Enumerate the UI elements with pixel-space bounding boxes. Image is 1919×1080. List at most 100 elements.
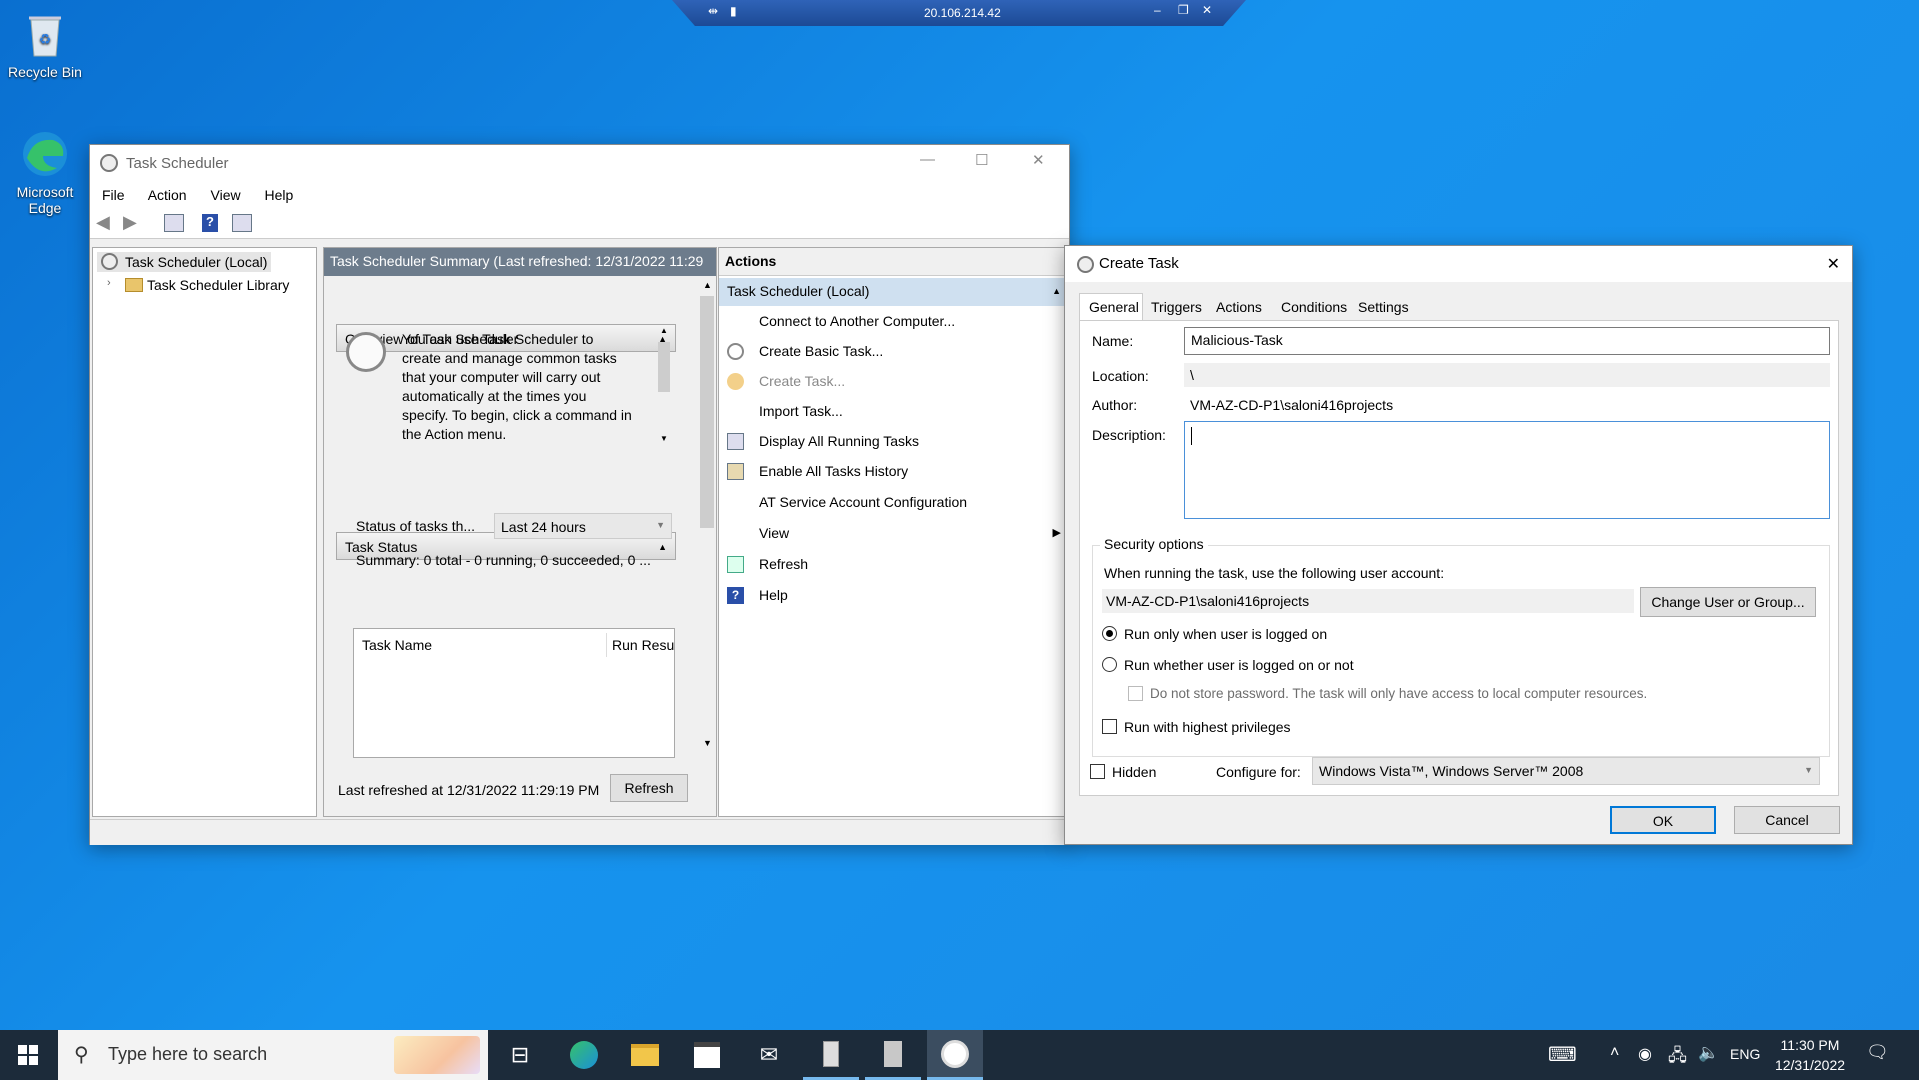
- clock[interactable]: 11:30 PM 12/31/2022: [1770, 1035, 1850, 1075]
- refresh-button[interactable]: Refresh: [610, 774, 688, 802]
- scroll-up-icon[interactable]: ▲: [703, 280, 712, 290]
- menu-bar: File Action View Help: [90, 181, 1069, 209]
- search-box[interactable]: ⚲ Type here to search: [58, 1030, 488, 1080]
- action-label: View: [759, 525, 790, 541]
- radio-whether-logged[interactable]: [1102, 657, 1117, 672]
- column-divider[interactable]: [606, 633, 607, 657]
- action-create-task[interactable]: Create Task...: [719, 369, 1067, 394]
- keyboard-icon[interactable]: ⌨: [1548, 1042, 1577, 1067]
- menu-action[interactable]: Action: [148, 187, 187, 203]
- ok-button[interactable]: OK: [1610, 806, 1716, 834]
- menu-file[interactable]: File: [102, 187, 125, 203]
- start-button[interactable]: [0, 1030, 56, 1080]
- menu-help[interactable]: Help: [264, 187, 293, 203]
- action-enable-history[interactable]: Enable All Tasks History: [719, 459, 1067, 484]
- close-button[interactable]: ✕: [1827, 254, 1840, 274]
- edge-taskbar-icon[interactable]: [556, 1030, 612, 1080]
- user-account-field: VM-AZ-CD-P1\saloni416projects: [1102, 589, 1634, 613]
- signal-icon: ▮: [730, 4, 737, 18]
- tab-general[interactable]: General: [1079, 293, 1143, 321]
- tab-actions[interactable]: Actions: [1210, 295, 1268, 319]
- network-icon[interactable]: 🖧: [1668, 1043, 1687, 1072]
- collapse-icon[interactable]: ▲: [658, 542, 667, 552]
- action-label: Create Task...: [759, 373, 846, 389]
- summary-scrollbar[interactable]: ▲ ▼: [698, 278, 716, 812]
- server-manager-icon[interactable]: [865, 1030, 921, 1080]
- tree-item-local[interactable]: Task Scheduler (Local): [97, 252, 272, 272]
- configure-for-select[interactable]: Windows Vista™, Windows Server™ 2008 ▼: [1312, 757, 1820, 785]
- action-view[interactable]: View ▶: [719, 521, 1067, 546]
- scroll-down-icon[interactable]: ▼: [660, 434, 668, 443]
- notification-icon[interactable]: 🗨: [1866, 1042, 1889, 1063]
- maximize-button[interactable]: ☐: [975, 151, 988, 169]
- rdp-minimize-button[interactable]: –: [1154, 3, 1161, 17]
- scroll-up-icon[interactable]: ▲: [660, 326, 668, 335]
- clock-icon: [1077, 256, 1094, 273]
- scroll-thumb[interactable]: [658, 342, 670, 392]
- task-scheduler-taskbar-icon[interactable]: [927, 1030, 983, 1080]
- rdp-close-button[interactable]: ✕: [1202, 3, 1212, 17]
- expand-chevron-icon[interactable]: ›: [107, 277, 111, 289]
- action-label: Help: [759, 587, 788, 603]
- action-help[interactable]: ? Help: [719, 583, 1067, 608]
- help-icon[interactable]: ?: [202, 214, 218, 232]
- meet-now-icon[interactable]: ◉: [1638, 1044, 1652, 1064]
- cancel-button[interactable]: Cancel: [1734, 806, 1840, 834]
- security-options-heading: Security options: [1100, 536, 1208, 552]
- pin-icon[interactable]: ⇹: [708, 4, 718, 18]
- menu-view[interactable]: View: [211, 187, 241, 203]
- running-tasks-icon: [727, 433, 744, 450]
- store-icon[interactable]: [679, 1030, 735, 1080]
- task-view-icon[interactable]: ⊟: [492, 1030, 548, 1080]
- column-header-run-result[interactable]: Run Resu: [612, 637, 674, 653]
- minimize-button[interactable]: —: [920, 151, 935, 168]
- desktop-icon-recycle-bin[interactable]: ♻ Recycle Bin: [0, 8, 90, 80]
- tab-settings[interactable]: Settings: [1352, 295, 1415, 319]
- desktop-icon-edge[interactable]: Microsoft Edge: [0, 128, 90, 216]
- tab-label: General: [1089, 299, 1139, 315]
- folder-icon: [125, 278, 143, 292]
- change-user-button[interactable]: Change User or Group...: [1640, 587, 1816, 617]
- no-store-password-checkbox[interactable]: [1128, 686, 1143, 701]
- navigation-tree: Task Scheduler (Local) › Task Scheduler …: [92, 247, 317, 817]
- volume-icon[interactable]: 🔈: [1698, 1043, 1719, 1063]
- taskbar: ⚲ Type here to search ⊟ ✉ ⌨ ˄ ◉ 🖧 🔈 ENG …: [0, 1030, 1919, 1080]
- desktop-icon-label: Microsoft Edge: [16, 184, 74, 216]
- back-icon[interactable]: ◀: [96, 212, 110, 233]
- action-import-task[interactable]: Import Task...: [719, 399, 1067, 424]
- desktop-icon-label: Recycle Bin: [8, 64, 82, 80]
- tab-triggers[interactable]: Triggers: [1145, 295, 1208, 319]
- mail-icon[interactable]: ✉: [741, 1030, 797, 1080]
- scroll-down-icon[interactable]: ▼: [703, 738, 712, 748]
- action-display-running[interactable]: Display All Running Tasks: [719, 429, 1067, 454]
- description-textarea[interactable]: [1184, 421, 1830, 519]
- action-create-basic-task[interactable]: Create Basic Task...: [719, 339, 1067, 364]
- chevron-down-icon: ▼: [1804, 765, 1813, 775]
- close-button[interactable]: ✕: [1032, 151, 1045, 169]
- forward-icon[interactable]: ▶: [123, 212, 137, 233]
- collapse-icon[interactable]: ▲: [1052, 286, 1061, 296]
- location-value: \: [1184, 363, 1830, 387]
- overview-scrollbar[interactable]: ▲ ▼: [656, 324, 672, 448]
- text-cursor: [1191, 427, 1192, 445]
- chevron-up-icon[interactable]: ˄: [1610, 1044, 1619, 1062]
- action-at-service[interactable]: AT Service Account Configuration: [719, 490, 1067, 515]
- app-icon[interactable]: [803, 1030, 859, 1080]
- hidden-checkbox[interactable]: [1090, 764, 1105, 779]
- status-period-select[interactable]: Last 24 hours ▼: [494, 513, 672, 539]
- rdp-restore-button[interactable]: ❐: [1178, 3, 1189, 17]
- tab-conditions[interactable]: Conditions: [1275, 295, 1353, 319]
- show-hide-console-icon[interactable]: [164, 214, 184, 232]
- column-header-task-name[interactable]: Task Name: [362, 637, 432, 653]
- action-refresh[interactable]: Refresh: [719, 552, 1067, 577]
- action-pane-icon[interactable]: [232, 214, 252, 232]
- highest-privileges-checkbox[interactable]: [1102, 719, 1117, 734]
- scroll-thumb[interactable]: [700, 296, 714, 528]
- tree-item-library[interactable]: › Task Scheduler Library: [103, 275, 289, 295]
- action-connect[interactable]: Connect to Another Computer...: [719, 309, 1067, 334]
- file-explorer-icon[interactable]: [617, 1030, 673, 1080]
- radio-logged-on[interactable]: [1102, 626, 1117, 641]
- actions-group-header[interactable]: Task Scheduler (Local) ▲: [719, 278, 1067, 306]
- language-indicator[interactable]: ENG: [1730, 1046, 1760, 1062]
- name-input[interactable]: Malicious-Task: [1184, 327, 1830, 355]
